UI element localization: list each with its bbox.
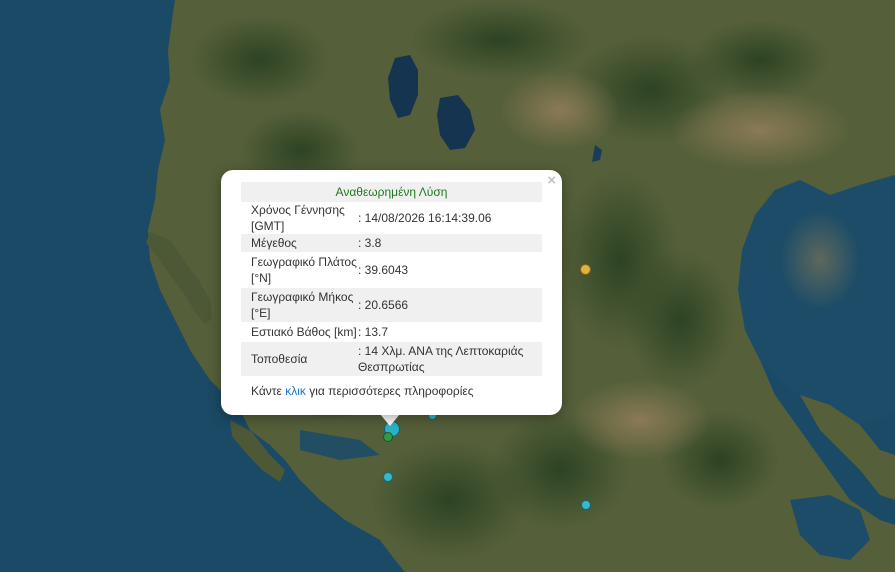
- latitude-value: : 39.6043: [358, 263, 409, 277]
- earthquake-marker[interactable]: [383, 472, 393, 482]
- earthquake-marker[interactable]: [581, 500, 591, 510]
- longitude-value: : 20.6566: [358, 288, 542, 322]
- more-info-link[interactable]: κλικ: [285, 384, 306, 398]
- earthquake-info-table: Αναθεωρημένη Λύση Χρόνος Γέννησης [GMT] …: [241, 182, 542, 376]
- popup-tip: [380, 414, 400, 426]
- depth-label: Εστιακό Βάθος [km]: [251, 325, 357, 339]
- earthquake-marker[interactable]: [383, 432, 393, 442]
- location-label: Τοποθεσία: [241, 342, 358, 376]
- location-value: : 14 Χλμ. ΑΝΑ της Λεπτοκαριάς Θεσπρωτίας: [358, 342, 542, 376]
- magnitude-label: Μέγεθος: [241, 234, 358, 252]
- more-info-line: Κάντε κλικ για περισσότερες πληροφορίες: [251, 384, 474, 398]
- origin-time-label: Χρόνος Γέννησης [GMT]: [251, 203, 345, 233]
- depth-value: : 13.7: [358, 325, 389, 339]
- earthquake-marker[interactable]: [580, 264, 591, 275]
- origin-time-value: : 14/08/2026 16:14:39.06: [358, 211, 492, 225]
- latitude-label: Γεωγραφικό Πλάτος [°N]: [251, 255, 357, 285]
- popup-title: Αναθεωρημένη Λύση: [241, 182, 542, 202]
- more-info-prefix: Κάντε: [251, 384, 286, 398]
- close-icon[interactable]: ×: [547, 173, 556, 189]
- more-info-suffix: για περισσότερες πληροφορίες: [305, 384, 474, 398]
- magnitude-value: : 3.8: [358, 234, 542, 252]
- earthquake-popup: × Αναθεωρημένη Λύση Χρόνος Γέννησης [GMT…: [221, 170, 562, 415]
- longitude-label: Γεωγραφικό Μήκος [°E]: [241, 288, 358, 322]
